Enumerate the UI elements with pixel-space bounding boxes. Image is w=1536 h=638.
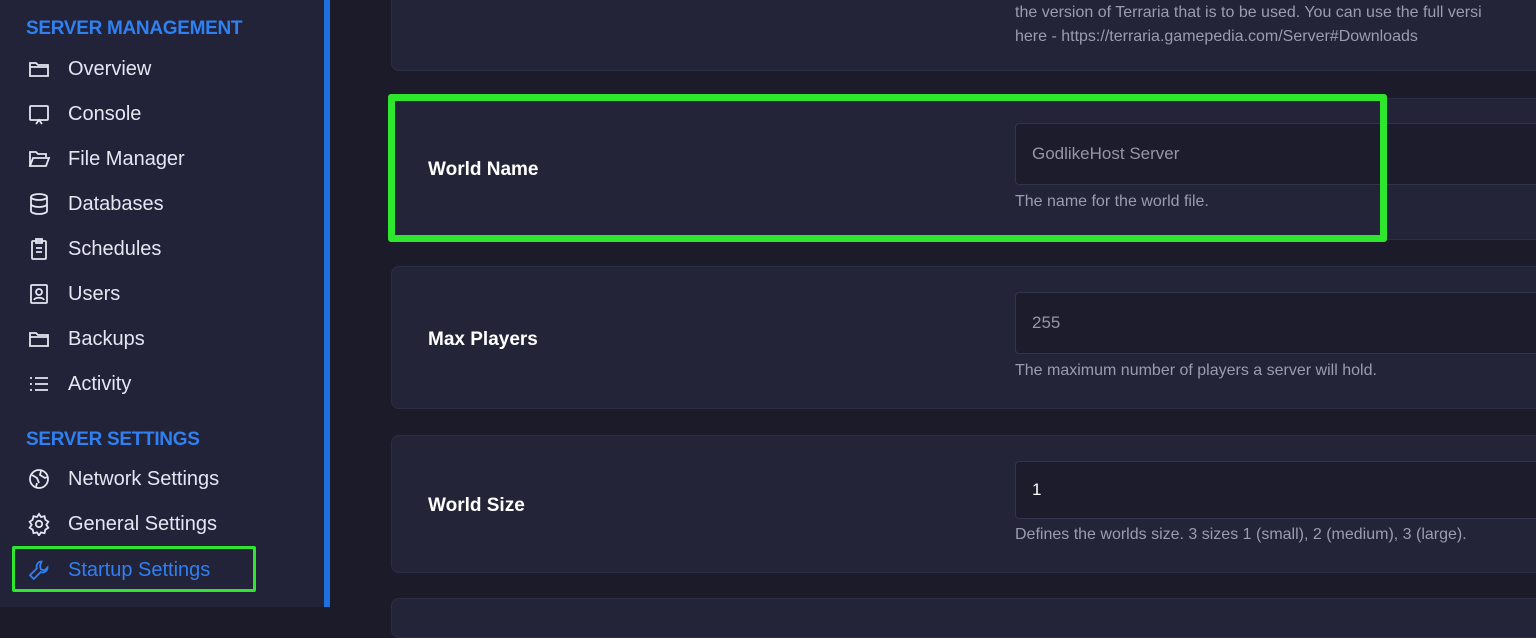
sidebar-item-label: Databases [68,192,164,215]
sidebar-item-overview[interactable]: Overview [26,51,286,87]
sidebar-item-label: Schedules [68,237,162,260]
folder-icon [26,56,52,82]
sidebar-item-label: Network Settings [68,467,220,490]
sidebar-item-users[interactable]: Users [26,276,286,312]
sidebar-item-databases[interactable]: Databases [26,186,286,222]
world-size-input[interactable] [1015,461,1536,519]
sidebar-item-label: Activity [68,372,132,395]
sidebar: SERVER MANAGEMENT Overview Console File … [0,0,324,607]
sidebar-item-backups[interactable]: Backups [26,321,286,357]
sidebar-item-label: File Manager [68,147,185,170]
gear-icon [26,511,52,537]
sidebar-divider [324,0,330,607]
folder-open-icon [26,146,52,172]
variable-description: The maximum number of players a server w… [1015,362,1377,379]
max-players-input[interactable] [1015,292,1536,354]
database-icon [26,191,52,217]
variable-card-max-players: Max Players The maximum number of player… [391,266,1536,409]
folder-icon [26,326,52,352]
world-name-highlight [388,94,1387,242]
sidebar-item-label: Backups [68,327,145,350]
variable-label: Max Players [428,329,538,350]
sidebar-item-file-manager[interactable]: File Manager [26,141,286,177]
variable-description: Defines the worlds size. 3 sizes 1 (smal… [1015,526,1467,543]
globe-icon [26,466,52,492]
sidebar-item-network-settings[interactable]: Network Settings [26,461,286,497]
sidebar-item-label: Overview [68,57,152,80]
sidebar-item-console[interactable]: Console [26,96,286,132]
variable-card-server-version: the version of Terraria that is to be us… [391,0,1536,71]
sidebar-item-schedules[interactable]: Schedules [26,231,286,267]
server-management-heading: SERVER MANAGEMENT [26,18,243,39]
list-icon [26,371,52,397]
sidebar-item-general-settings[interactable]: General Settings [26,506,286,542]
variable-card-world-size: World Size Defines the worlds size. 3 si… [391,435,1536,573]
server-settings-heading: SERVER SETTINGS [26,429,200,450]
startup-settings-highlight [12,546,256,592]
variable-card-next [391,598,1536,638]
clipboard-icon [26,236,52,262]
user-badge-icon [26,281,52,307]
variable-label: World Size [428,495,525,516]
variable-description: the version of Terraria that is to be us… [1015,4,1482,45]
sidebar-item-activity[interactable]: Activity [26,366,286,402]
console-icon [26,101,52,127]
sidebar-item-label: Users [68,282,121,305]
sidebar-item-label: Console [68,102,142,125]
sidebar-item-label: General Settings [68,512,217,535]
